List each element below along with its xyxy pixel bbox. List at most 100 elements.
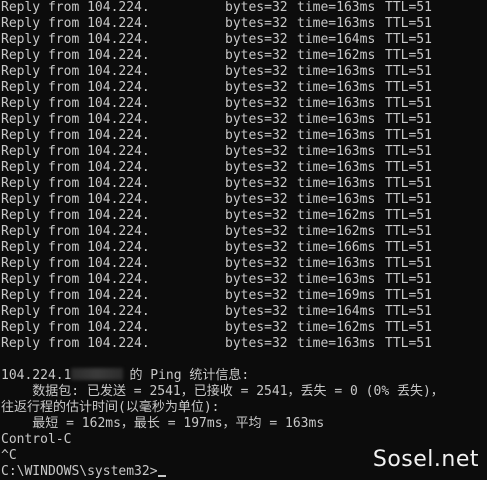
bytes-text: bytes=32 (225, 64, 288, 79)
ttl-text: TTL=51 (385, 160, 432, 175)
rtt-summary: 最短 = 162ms，最长 = 197ms，平均 = 163ms (1, 416, 325, 431)
ping-reply-row: Reply from 104.224. bytes=32 time=163ms TTL… (1, 16, 487, 32)
reply-text: Reply from 104.224. (1, 112, 150, 127)
ping-reply-row: Reply from 104.224. bytes=32 time=166ms TTL… (1, 240, 487, 256)
time-text: time=164ms (297, 304, 376, 319)
ping-reply-row: Reply from 104.224. bytes=32 time=163ms TTL… (1, 96, 487, 112)
bytes-text: bytes=32 (225, 160, 288, 175)
ttl-text: TTL=51 (385, 48, 432, 63)
time-text: time=169ms (297, 288, 376, 303)
bytes-text: bytes=32 (225, 272, 288, 287)
time-text: time=163ms (297, 80, 376, 95)
bytes-text: bytes=32 (225, 336, 288, 351)
bytes-text: bytes=32 (225, 32, 288, 47)
ping-reply-row: Reply from 104.224. bytes=32 time=163ms TTL… (1, 64, 487, 80)
time-text: time=163ms (297, 144, 376, 159)
ttl-text: TTL=51 (385, 192, 432, 207)
ttl-text: TTL=51 (385, 320, 432, 335)
reply-text: Reply from 104.224. (1, 272, 150, 287)
ping-reply-row: Reply from 104.224. bytes=32 time=163ms TTL… (1, 272, 487, 288)
reply-text: Reply from 104.224. (1, 32, 150, 47)
time-text: time=162ms (297, 320, 376, 335)
bytes-text: bytes=32 (225, 256, 288, 271)
time-text: time=162ms (297, 208, 376, 223)
bytes-text: bytes=32 (225, 96, 288, 111)
control-c-label: Control-C (1, 432, 72, 447)
reply-text: Reply from 104.224. (1, 16, 150, 31)
time-text: time=163ms (297, 256, 376, 271)
time-text: time=163ms (297, 272, 376, 287)
bytes-text: bytes=32 (225, 304, 288, 319)
time-text: time=162ms (297, 48, 376, 63)
reply-text: Reply from 104.224. (1, 240, 150, 255)
ping-reply-row: Reply from 104.224. bytes=32 time=163ms TTL… (1, 336, 487, 352)
ping-reply-row: Reply from 104.224. bytes=32 time=163ms TTL… (1, 144, 487, 160)
packets-summary: 数据包: 已发送 = 2541，已接收 = 2541，丢失 = 0 (0% 丢失… (1, 384, 444, 399)
ping-reply-row: Reply from 104.224. bytes=32 time=164ms TTL… (1, 32, 487, 48)
time-text: time=164ms (297, 32, 376, 47)
ttl-text: TTL=51 (385, 304, 432, 319)
ping-reply-row: Reply from 104.224. bytes=32 time=163ms TTL… (1, 128, 487, 144)
bytes-text: bytes=32 (225, 176, 288, 191)
ping-reply-row: Reply from 104.224. bytes=32 time=162ms TTL… (1, 48, 487, 64)
ping-reply-row: Reply from 104.224. bytes=32 time=162ms TTL… (1, 224, 487, 240)
reply-text: Reply from 104.224. (1, 224, 150, 239)
time-text: time=162ms (297, 224, 376, 239)
ping-reply-row: Reply from 104.224. bytes=32 time=163ms TTL… (1, 256, 487, 272)
reply-text: Reply from 104.224. (1, 144, 150, 159)
ping-reply-row: Reply from 104.224. bytes=32 time=163ms TTL… (1, 0, 487, 16)
reply-text: Reply from 104.224. (1, 64, 150, 79)
time-text: time=166ms (297, 240, 376, 255)
redacted-ip-blur (71, 368, 124, 380)
terminal-console[interactable]: Reply from 104.224. bytes=32 time=163ms TTL… (1, 0, 487, 480)
stats-ip: 104.224.1 (1, 368, 72, 383)
ttl-text: TTL=51 (385, 64, 432, 79)
bytes-text: bytes=32 (225, 16, 288, 31)
ping-reply-row: Reply from 104.224. bytes=32 time=169ms TTL… (1, 288, 487, 304)
ttl-text: TTL=51 (385, 256, 432, 271)
stats-header-text: 的 Ping 统计信息: (129, 368, 250, 383)
time-text: time=163ms (297, 64, 376, 79)
ttl-text: TTL=51 (385, 32, 432, 47)
ttl-text: TTL=51 (385, 288, 432, 303)
ttl-text: TTL=51 (385, 80, 432, 95)
ping-reply-row: Reply from 104.224. bytes=32 time=163ms TTL… (1, 80, 487, 96)
bytes-text: bytes=32 (225, 112, 288, 127)
ttl-text: TTL=51 (385, 224, 432, 239)
bytes-text: bytes=32 (225, 128, 288, 143)
bytes-text: bytes=32 (225, 48, 288, 63)
bytes-text: bytes=32 (225, 240, 288, 255)
reply-text: Reply from 104.224. (1, 304, 150, 319)
ttl-text: TTL=51 (385, 208, 432, 223)
reply-text: Reply from 104.224. (1, 0, 150, 15)
bytes-text: bytes=32 (225, 288, 288, 303)
ttl-text: TTL=51 (385, 176, 432, 191)
reply-text: Reply from 104.224. (1, 80, 150, 95)
bytes-text: bytes=32 (225, 192, 288, 207)
watermark-logo: Sosel.net (372, 447, 479, 472)
time-text: time=163ms (297, 16, 376, 31)
time-text: time=163ms (297, 112, 376, 127)
ttl-text: TTL=51 (385, 96, 432, 111)
ttl-text: TTL=51 (385, 144, 432, 159)
reply-text: Reply from 104.224. (1, 336, 150, 351)
reply-text: Reply from 104.224. (1, 176, 150, 191)
bytes-text: bytes=32 (225, 144, 288, 159)
ttl-text: TTL=51 (385, 112, 432, 127)
bytes-text: bytes=32 (225, 80, 288, 95)
ping-reply-row: Reply from 104.224. bytes=32 time=162ms TTL… (1, 320, 487, 336)
ping-reply-row: Reply from 104.224. bytes=32 time=164ms TTL… (1, 304, 487, 320)
text-cursor (157, 475, 166, 477)
ping-reply-list: Reply from 104.224. bytes=32 time=163ms TTL… (1, 0, 487, 352)
reply-text: Reply from 104.224. (1, 256, 150, 271)
reply-text: Reply from 104.224. (1, 288, 150, 303)
bytes-text: bytes=32 (225, 224, 288, 239)
bytes-text: bytes=32 (225, 320, 288, 335)
ping-reply-row: Reply from 104.224. bytes=32 time=163ms TTL… (1, 192, 487, 208)
time-text: time=163ms (297, 192, 376, 207)
ping-stats-header: 104.224.1 的 Ping 统计信息: (1, 368, 487, 384)
ttl-text: TTL=51 (385, 240, 432, 255)
reply-text: Reply from 104.224. (1, 96, 150, 111)
ttl-text: TTL=51 (385, 272, 432, 287)
